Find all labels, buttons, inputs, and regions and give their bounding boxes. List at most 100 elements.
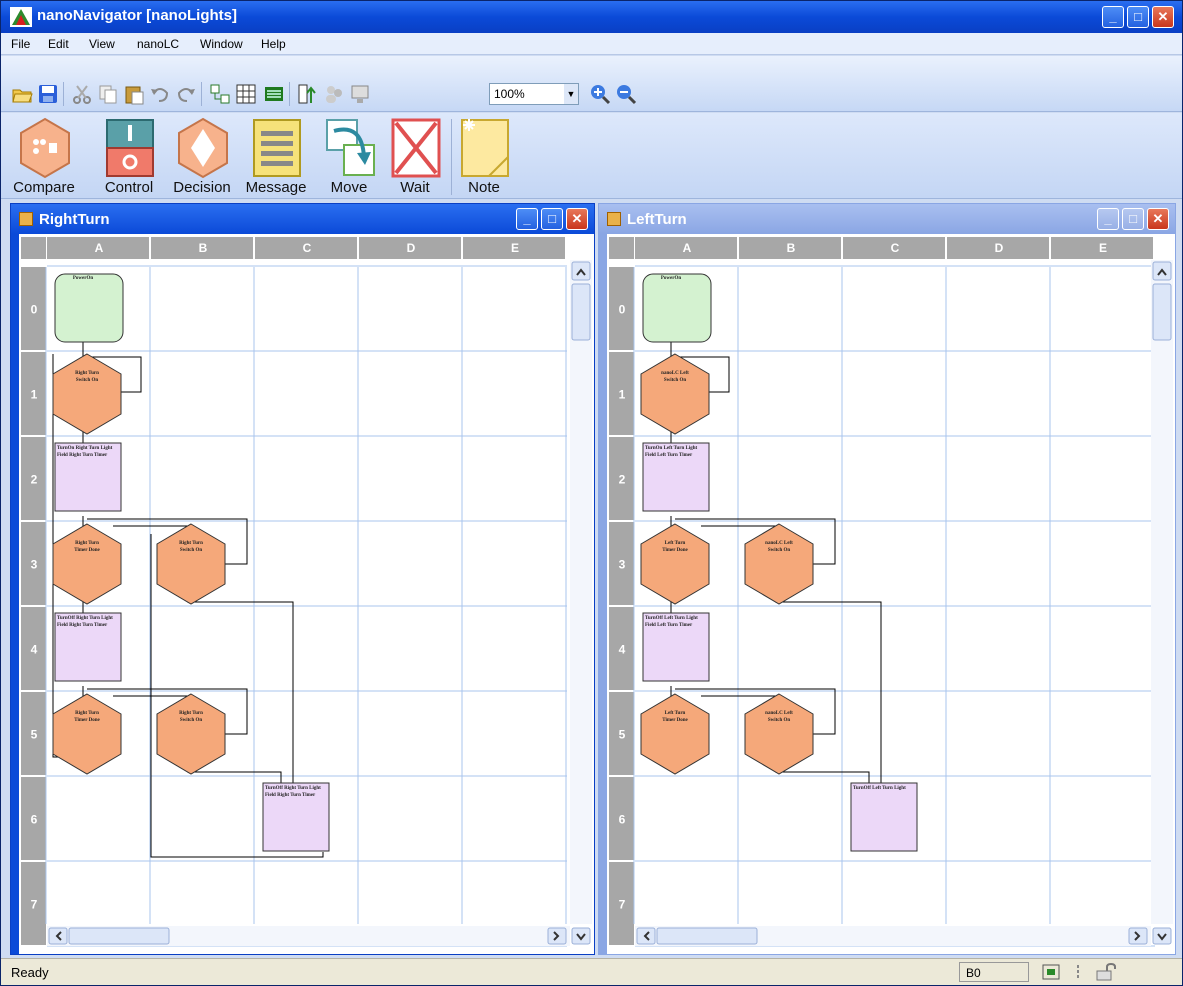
open-folder-icon[interactable]: [11, 83, 33, 105]
column-header-label: E: [1099, 241, 1107, 255]
node-label: Right Turn: [179, 541, 203, 546]
node-label: Timer Done: [74, 548, 100, 553]
node-start: PowerOn: [54, 273, 124, 343]
link-icon: [1077, 965, 1079, 979]
start-node-shape: [54, 273, 124, 343]
row-header-label: 3: [619, 558, 626, 572]
close-button[interactable]: ✕: [1152, 6, 1174, 28]
window-maximize-button[interactable]: □: [1122, 208, 1144, 230]
row-header-label: 2: [619, 473, 626, 487]
node-start: PowerOn: [642, 273, 712, 343]
start-node-shape: [642, 273, 712, 343]
zoom-in-icon[interactable]: [589, 83, 611, 105]
node-label: TurnOn Right Turn Light: [57, 446, 113, 451]
lock-icon: [1096, 963, 1116, 981]
window-close-button[interactable]: ✕: [1147, 208, 1169, 230]
node-label: Switch On: [76, 378, 99, 383]
menu-window[interactable]: Window: [200, 37, 243, 51]
copy-icon[interactable]: [97, 83, 119, 105]
vertical-scrollbar: [570, 260, 592, 924]
scroll-down-button: [1152, 927, 1172, 945]
column-header-label: D: [995, 241, 1004, 255]
node-label: TurnOff Right Turn Light: [57, 616, 113, 621]
monitor-icon[interactable]: [349, 83, 371, 105]
row-header-label: 4: [31, 643, 38, 657]
row-header-label: 3: [31, 558, 38, 572]
maximize-button[interactable]: □: [1127, 6, 1149, 28]
window-minimize-button[interactable]: _: [516, 208, 538, 230]
save-icon[interactable]: [37, 83, 59, 105]
palette-compare[interactable]: Compare: [13, 115, 75, 199]
compare-icon: [20, 117, 70, 179]
window-minimize-button[interactable]: _: [1097, 208, 1119, 230]
zoom-select[interactable]: 100% ▼: [489, 83, 579, 105]
wait-icon: [391, 118, 441, 178]
node-label: Timer Done: [662, 718, 688, 723]
menu-view[interactable]: View: [89, 37, 115, 51]
window-title-bar[interactable]: RightTurn _ □ ✕: [11, 204, 594, 234]
node-label: Field Right Turn Timer: [265, 793, 316, 798]
redo-icon[interactable]: [175, 83, 197, 105]
window-leftturn[interactable]: LeftTurn _ □ ✕ A B C D E 0 1 2 3 4 5 6 7 PowerOn nanoL…: [598, 203, 1176, 955]
column-header-label: A: [683, 241, 692, 255]
menu-file[interactable]: File: [11, 37, 30, 51]
undo-icon[interactable]: [149, 83, 171, 105]
node-label: TurnOff Left Turn Light: [853, 786, 906, 791]
column-header-label: D: [407, 241, 416, 255]
row-header-label: 1: [31, 388, 38, 402]
palette-message[interactable]: Message: [245, 115, 307, 199]
grid-icon[interactable]: [209, 83, 231, 105]
node-label: Left Turn: [665, 541, 686, 546]
palette-label-message: Message: [245, 179, 307, 196]
cut-icon[interactable]: [71, 83, 93, 105]
node-label: Timer Done: [662, 548, 688, 553]
node-message: TurnOff Left Turn Light Field Left Turn T…: [642, 612, 710, 682]
column-header-label: B: [199, 241, 208, 255]
zoom-out-icon[interactable]: [615, 83, 637, 105]
palette-move[interactable]: Move: [318, 115, 380, 199]
menu-nanolc[interactable]: nanoLC: [137, 37, 179, 51]
list-icon[interactable]: [263, 83, 285, 105]
compile-icon[interactable]: [297, 83, 319, 105]
window-icon: [607, 212, 621, 226]
node-label: Switch On: [768, 718, 791, 723]
node-label: TurnOff Left Turn Light: [645, 616, 698, 621]
zoom-value: 100%: [494, 87, 525, 101]
node-label: TurnOff Right Turn Light: [265, 786, 321, 791]
palette-note[interactable]: Note: [453, 115, 515, 199]
window-title-bar[interactable]: LeftTurn _ □ ✕: [599, 204, 1175, 234]
chevron-down-icon[interactable]: ▼: [564, 84, 578, 104]
row-header-label: 2: [31, 473, 38, 487]
users-icon[interactable]: [323, 83, 345, 105]
palette-label-decision: Decision: [173, 179, 231, 196]
table-icon[interactable]: [235, 83, 257, 105]
paste-icon[interactable]: [123, 83, 145, 105]
toolbar: 100% ▼: [1, 56, 1182, 112]
palette-decision[interactable]: Decision: [171, 115, 233, 199]
row-header-label: 0: [619, 303, 626, 317]
window-maximize-button[interactable]: □: [541, 208, 563, 230]
palette-label-control: Control: [104, 179, 154, 196]
node-label: Switch On: [180, 548, 203, 553]
window-close-button[interactable]: ✕: [566, 208, 588, 230]
window-rightturn[interactable]: RightTurn _ □ ✕ A B C D E 0 1 2 3 4 5 6 7 PowerOn Righ…: [10, 203, 595, 955]
message-icon: [253, 119, 301, 177]
node-label: Right Turn: [179, 711, 203, 716]
node-label: Switch On: [664, 378, 687, 383]
corner-header: [609, 237, 634, 259]
palette-control[interactable]: Control: [98, 115, 160, 199]
menu-edit[interactable]: Edit: [48, 37, 69, 51]
menu-help[interactable]: Help: [261, 37, 286, 51]
message-node-shape: [850, 782, 918, 852]
row-header-label: 1: [619, 388, 626, 402]
node-message: TurnOff Right Turn Light Field Right Turn…: [262, 782, 330, 852]
minimize-button[interactable]: _: [1102, 6, 1124, 28]
app-logo-icon: [10, 7, 32, 27]
note-icon: [461, 119, 509, 177]
vertical-scroll-thumb: [571, 283, 591, 341]
title-bar[interactable]: nanoNavigator [nanoLights] _ □ ✕: [1, 1, 1182, 33]
node-label: Field Left Turn Timer: [645, 453, 693, 458]
horizontal-scroll-thumb: [656, 927, 758, 945]
node-label: TurnOn Left Turn Light: [645, 446, 698, 451]
palette-wait[interactable]: Wait: [384, 115, 446, 199]
